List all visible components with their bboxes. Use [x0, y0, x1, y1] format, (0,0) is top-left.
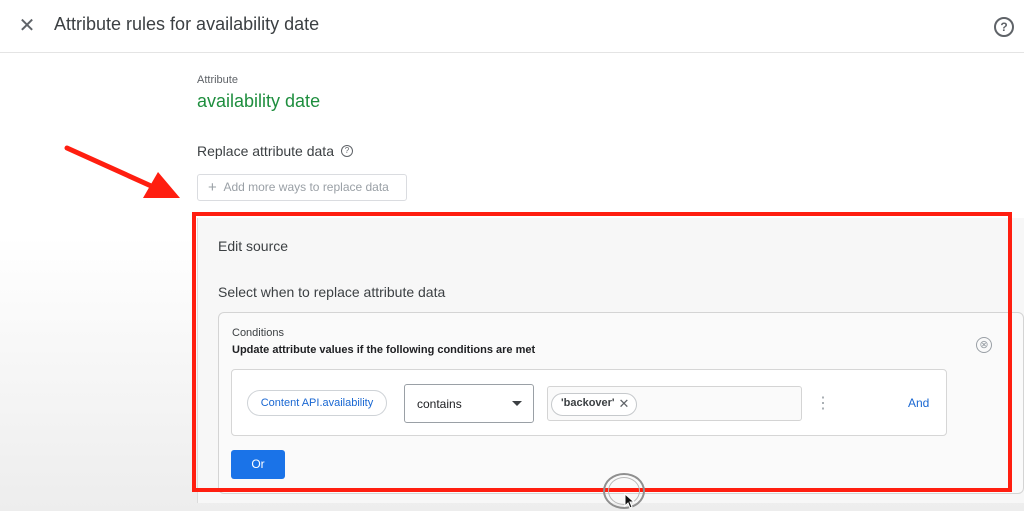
- annotation-highlight-box: [192, 212, 1012, 492]
- add-more-ways-label: Add more ways to replace data: [223, 180, 389, 194]
- help-icon[interactable]: ?: [994, 17, 1014, 37]
- annotation-arrow: [64, 145, 180, 198]
- replace-help-icon[interactable]: ?: [341, 145, 353, 157]
- mouse-pointer-icon: [624, 493, 636, 509]
